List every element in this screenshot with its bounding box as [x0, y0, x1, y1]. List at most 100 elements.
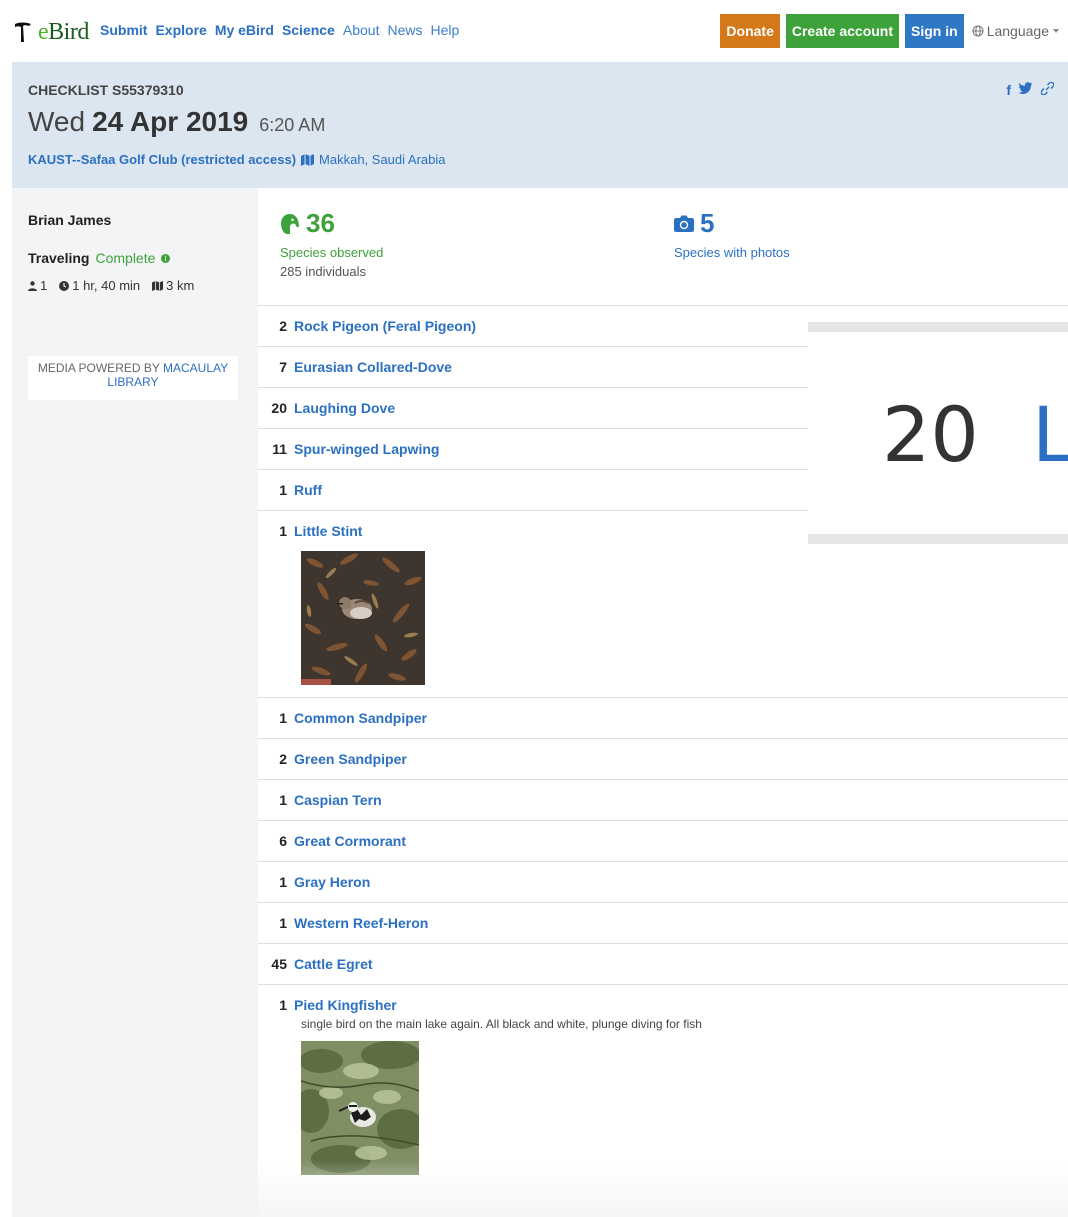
checklist-id: CHECKLIST S55379310	[28, 82, 184, 98]
species-row: 6 Great Cormorant	[258, 821, 1068, 862]
language-selector[interactable]: Language	[972, 23, 1060, 39]
effort-stats: 1 1 hr, 40 min 3 km	[28, 278, 200, 293]
species-row: 1 Caspian Tern	[258, 780, 1068, 821]
location-link[interactable]: KAUST--Safaa Golf Club (restricted acces…	[28, 152, 296, 167]
duration-value: 1 hr, 40 min	[72, 278, 141, 293]
species-count-cell: 1	[279, 874, 287, 890]
species-link[interactable]: Cattle Egret	[294, 956, 373, 972]
species-link[interactable]: Common Sandpiper	[294, 710, 427, 726]
species-row: 2 Green Sandpiper	[258, 739, 1068, 780]
twitter-icon[interactable]	[1019, 82, 1033, 94]
protocol-line: Traveling Complete	[28, 250, 171, 266]
species-count-cell: 7	[279, 359, 287, 375]
camera-icon	[674, 215, 694, 232]
species-count-cell: 1	[279, 710, 287, 726]
species-link[interactable]: Ruff	[294, 482, 322, 498]
sign-in-button[interactable]: Sign in	[905, 14, 964, 48]
region-link[interactable]: Makkah, Saudi Arabia	[319, 152, 445, 167]
checklist-summary: 36 Species observed 285 individuals 5 Sp…	[258, 188, 1068, 306]
photos-count-line: 5	[674, 208, 790, 239]
species-link[interactable]: Laughing Dove	[294, 400, 395, 416]
species-count-cell: 1	[279, 915, 287, 931]
species-row: 45 Cattle Egret	[258, 944, 1068, 985]
species-count: 36	[306, 208, 335, 238]
ebird-logo[interactable]: eBird	[14, 14, 89, 50]
distance-value: 3 km	[166, 278, 195, 293]
zoom-species-letter: L	[1032, 390, 1068, 479]
species-observed-block: 36 Species observed 285 individuals	[280, 208, 383, 279]
species-count-cell: 1	[279, 482, 287, 498]
media-powered-label: MEDIA POWERED BY	[37, 361, 160, 375]
species-count-cell: 2	[279, 751, 287, 767]
info-icon[interactable]	[161, 253, 171, 263]
individuals-count: 285 individuals	[280, 264, 367, 279]
nav-submit[interactable]: Submit	[100, 22, 147, 38]
species-count-cell: 2	[279, 318, 287, 334]
nav-my-ebird[interactable]: My eBird	[215, 22, 274, 38]
species-link[interactable]: Eurasian Collared-Dove	[294, 359, 452, 375]
media-powered-box: MEDIA POWERED BY MACAULAY LIBRARY	[28, 356, 238, 400]
nav-news[interactable]: News	[387, 22, 422, 38]
observation-date: Wed 24 Apr 2019 6:20 AM	[28, 106, 325, 138]
person-icon	[28, 280, 37, 291]
nav-actions: Donate Create account Sign in Language	[720, 14, 1060, 48]
species-icon	[281, 213, 299, 234]
species-comment: single bird on the main lake again. All …	[301, 1017, 702, 1031]
species-count-cell: 11	[272, 441, 287, 457]
species-observed-label: Species observed	[280, 245, 384, 260]
species-link[interactable]: Green Sandpiper	[294, 751, 407, 767]
species-row: 1 Common Sandpiper	[258, 698, 1068, 739]
checklist-sidebar: Brian James Traveling Complete 1 1 hr, 4…	[12, 188, 258, 1217]
species-link[interactable]: Caspian Tern	[294, 792, 382, 808]
brand-name: eBird	[38, 18, 89, 45]
protocol: Traveling	[28, 250, 90, 266]
little-stint-photo[interactable]	[301, 551, 425, 685]
species-link[interactable]: Spur-winged Lapwing	[294, 441, 439, 457]
species-link[interactable]: Gray Heron	[294, 874, 370, 890]
species-row: 1 Western Reef-Heron	[258, 903, 1068, 944]
share-links: f	[1006, 82, 1054, 98]
species-photos-block: 5 Species with photos	[674, 208, 790, 260]
checklist-header: CHECKLIST S55379310 Wed 24 Apr 2019 6:20…	[12, 62, 1068, 188]
duration-stat: 1 hr, 40 min	[59, 278, 140, 293]
species-link[interactable]: Rock Pigeon (Feral Pigeon)	[294, 318, 476, 334]
species-count-line: 36	[280, 208, 383, 239]
caret-down-icon	[1053, 29, 1059, 33]
pied-kingfisher-photo[interactable]	[301, 1041, 419, 1175]
facebook-share[interactable]: f	[1006, 82, 1011, 98]
species-count-cell: 20	[271, 400, 287, 416]
date: 24 Apr 2019	[92, 106, 249, 137]
species-with-photos-label[interactable]: Species with photos	[674, 245, 790, 260]
bird-logo-icon	[15, 22, 31, 42]
primary-nav: Submit Explore My eBird Science About Ne…	[100, 22, 459, 38]
species-count-cell: 6	[279, 833, 287, 849]
zoom-overlay: 20 L	[808, 322, 1068, 544]
nav-about[interactable]: About	[343, 22, 380, 38]
species-count-cell: 1	[279, 523, 287, 539]
species-count-cell: 1	[279, 792, 287, 808]
observers-stat: 1	[28, 278, 47, 293]
donate-button[interactable]: Donate	[720, 14, 780, 48]
species-row: 1 Pied Kingfisher single bird on the main…	[258, 985, 1068, 1175]
weekday: Wed	[28, 106, 86, 137]
species-link[interactable]: Great Cormorant	[294, 833, 406, 849]
species-count-cell: 45	[271, 956, 287, 972]
map-icon[interactable]	[301, 153, 315, 166]
create-account-button[interactable]: Create account	[785, 14, 900, 48]
species-link[interactable]: Pied Kingfisher	[294, 997, 397, 1013]
globe-icon	[972, 25, 984, 37]
species-count-cell: 1	[279, 997, 287, 1013]
species-link[interactable]: Western Reef-Heron	[294, 915, 428, 931]
location-line: KAUST--Safaa Golf Club (restricted acces…	[28, 152, 446, 167]
link-icon[interactable]	[1041, 82, 1054, 95]
species-row: 1 Gray Heron	[258, 862, 1068, 903]
observer-name: Brian James	[28, 212, 112, 228]
nav-help[interactable]: Help	[430, 22, 459, 38]
zoom-count: 20	[882, 390, 979, 479]
top-nav: eBird Submit Explore My eBird Science Ab…	[0, 0, 1068, 62]
nav-science[interactable]: Science	[282, 22, 335, 38]
nav-explore[interactable]: Explore	[155, 22, 206, 38]
species-link[interactable]: Little Stint	[294, 523, 362, 539]
observers-count: 1	[40, 278, 48, 293]
complete-status: Complete	[95, 250, 156, 266]
